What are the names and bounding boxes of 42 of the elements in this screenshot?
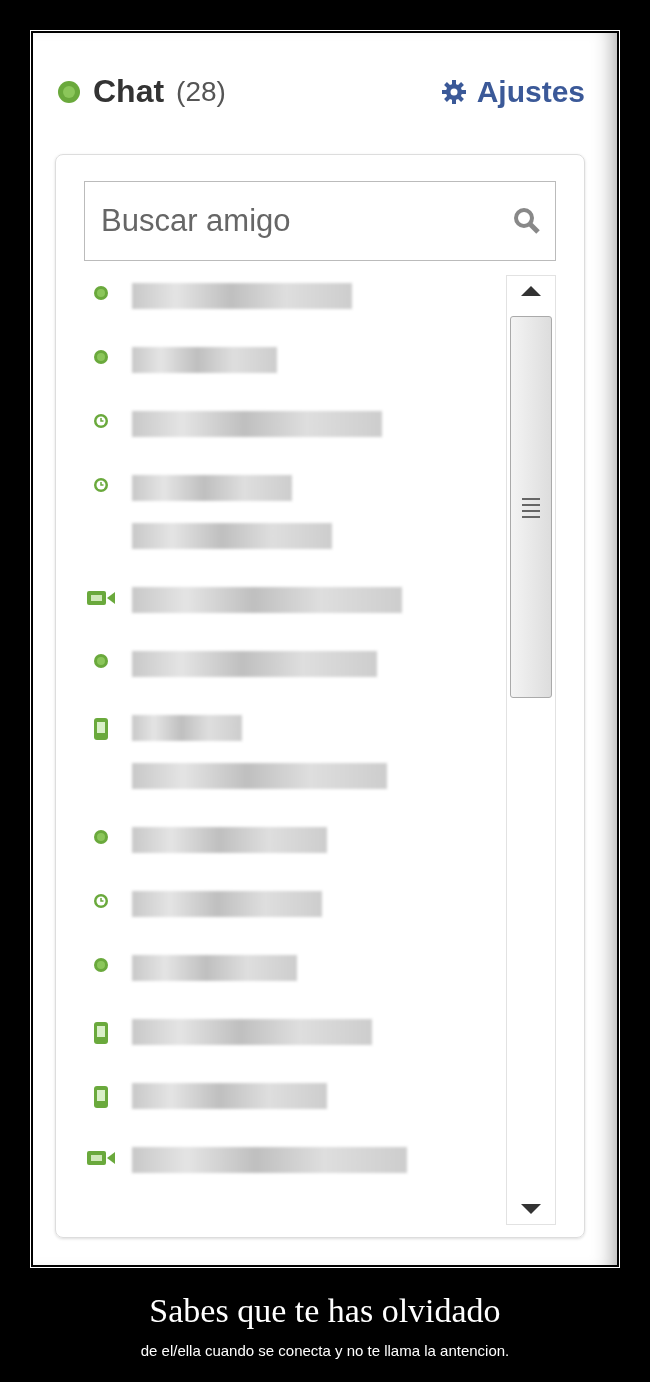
blurred-name[interactable]	[132, 651, 377, 677]
blurred-name[interactable]	[132, 1019, 372, 1045]
blurred-name[interactable]	[132, 955, 297, 981]
online-dot-icon	[93, 653, 109, 669]
online-dot-icon	[57, 79, 81, 104]
blurred-name[interactable]	[132, 475, 292, 501]
settings-icon	[440, 78, 467, 105]
phone-icon	[93, 1021, 109, 1045]
search-field[interactable]: Buscar amigo	[84, 181, 556, 261]
blurred-name[interactable]	[132, 1147, 407, 1173]
video-camera-icon	[86, 589, 116, 607]
blurred-name[interactable]	[132, 347, 277, 373]
blurred-name[interactable]	[132, 763, 387, 789]
online-dot-icon	[93, 349, 109, 365]
blurred-name[interactable]	[132, 715, 242, 741]
chat-title: Chat	[93, 73, 165, 110]
clock-icon	[93, 413, 109, 429]
blurred-name[interactable]	[132, 523, 332, 549]
grip-icon	[522, 496, 540, 518]
video-camera-icon	[86, 1149, 116, 1167]
blurred-name[interactable]	[132, 587, 402, 613]
blurred-name[interactable]	[132, 891, 322, 917]
phone-icon	[93, 717, 109, 741]
blurred-name[interactable]	[132, 411, 382, 437]
scroll-up-icon[interactable]	[521, 286, 541, 296]
blurred-name[interactable]	[132, 1083, 327, 1109]
blurred-name[interactable]	[132, 283, 352, 309]
clock-icon	[93, 893, 109, 909]
blurred-name[interactable]	[132, 827, 327, 853]
online-dot-icon	[93, 829, 109, 845]
poster-subtitle: de el/ella cuando se conecta y no te llama la antencion.	[139, 1342, 511, 1359]
clock-icon	[93, 477, 109, 493]
poster-title: Sabes que te has olvidado	[148, 1292, 502, 1330]
online-dot-icon	[93, 957, 109, 973]
phone-icon	[93, 1085, 109, 1109]
settings-link[interactable]: Ajustes	[440, 74, 585, 109]
scroll-down-icon[interactable]	[521, 1204, 541, 1214]
scrollbar[interactable]	[506, 275, 556, 1225]
scroll-thumb[interactable]	[510, 316, 552, 698]
online-dot-icon	[93, 285, 109, 301]
online-count: (28)	[176, 75, 226, 108]
search-icon	[512, 206, 542, 236]
